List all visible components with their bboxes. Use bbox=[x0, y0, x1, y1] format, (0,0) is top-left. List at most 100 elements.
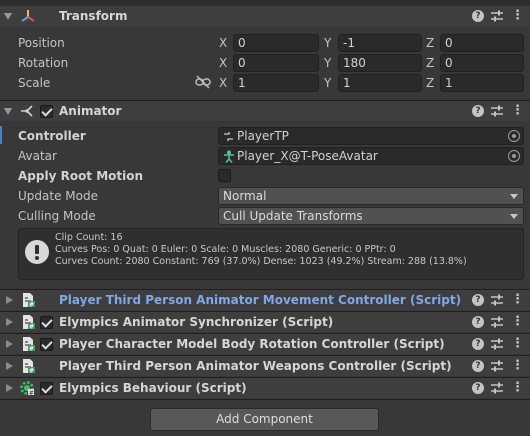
info-icon bbox=[25, 240, 49, 264]
animator-controller-icon bbox=[224, 132, 233, 141]
scale-y-field[interactable]: 1 bbox=[338, 74, 422, 92]
position-x-axis-label: X bbox=[219, 36, 228, 50]
more-options-icon[interactable]: ⋮ bbox=[511, 358, 525, 373]
presets-icon[interactable] bbox=[490, 293, 504, 307]
info-line: Curves Count: 2080 Constant: 769 (37.0%)… bbox=[55, 256, 467, 267]
foldout-arrow-icon[interactable] bbox=[6, 340, 13, 348]
svg-text:#: # bbox=[29, 390, 34, 396]
add-component-button[interactable]: Add Component bbox=[150, 408, 379, 431]
controller-field[interactable]: PlayerTP bbox=[218, 127, 524, 145]
help-icon[interactable]: ? bbox=[472, 105, 484, 117]
focus-indicator bbox=[0, 126, 2, 144]
more-options-icon[interactable]: ⋮ bbox=[511, 314, 525, 329]
help-icon[interactable]: ? bbox=[472, 338, 484, 350]
svg-text:#: # bbox=[29, 346, 34, 353]
scale-z-field[interactable]: 1 bbox=[440, 74, 524, 92]
script-title: Player Third Person Animator Movement Co… bbox=[59, 293, 462, 307]
info-line: Clip Count: 16 bbox=[55, 232, 123, 243]
apply-root-motion-label: Apply Root Motion bbox=[18, 169, 144, 183]
position-z-field[interactable]: 0 bbox=[440, 34, 524, 52]
position-z-axis-label: Z bbox=[426, 36, 435, 50]
script-header[interactable]: # Player Third Person Animator Movement … bbox=[0, 289, 530, 310]
rotation-x-axis-label: X bbox=[219, 56, 228, 70]
script-title: Elympics Animator Synchronizer (Script) bbox=[59, 315, 334, 329]
more-options-icon[interactable]: ⋮ bbox=[511, 336, 525, 351]
more-options-icon[interactable]: ⋮ bbox=[511, 8, 525, 23]
help-icon[interactable]: ? bbox=[472, 294, 484, 306]
culling-mode-label: Culling Mode bbox=[18, 209, 96, 223]
update-mode-dropdown[interactable]: Normal bbox=[218, 187, 524, 205]
rotation-x-field[interactable]: 0 bbox=[233, 54, 319, 72]
presets-icon[interactable] bbox=[490, 337, 504, 351]
transform-icon bbox=[21, 10, 35, 22]
controller-value: PlayerTP bbox=[237, 129, 289, 143]
foldout-arrow-icon[interactable] bbox=[6, 296, 13, 304]
foldout-arrow-icon[interactable] bbox=[4, 108, 12, 115]
help-icon[interactable]: ? bbox=[472, 316, 484, 328]
avatar-field[interactable]: Player_X@T-PoseAvatar bbox=[218, 147, 524, 165]
animator-info-box: Clip Count: 16 Curves Pos: 0 Quat: 0 Eul… bbox=[18, 228, 524, 280]
script-header[interactable]: # Elympics Behaviour (Script) ? ⋮ bbox=[0, 377, 530, 398]
more-options-icon[interactable]: ⋮ bbox=[511, 103, 525, 118]
avatar-value: Player_X@T-PoseAvatar bbox=[237, 149, 378, 163]
svg-text:#: # bbox=[29, 302, 34, 309]
script-title: Player Third Person Animator Weapons Con… bbox=[59, 359, 452, 373]
elympics-behaviour-icon: # bbox=[20, 381, 34, 396]
position-label: Position bbox=[18, 36, 65, 50]
presets-icon[interactable] bbox=[490, 104, 504, 118]
script-icon: # bbox=[23, 337, 35, 353]
scale-x-field[interactable]: 1 bbox=[233, 74, 319, 92]
rotation-z-axis-label: Z bbox=[426, 56, 435, 70]
presets-icon[interactable] bbox=[490, 315, 504, 329]
divider bbox=[0, 399, 530, 400]
culling-mode-value: Cull Update Transforms bbox=[223, 209, 363, 223]
script-header[interactable]: # Player Character Model Body Rotation C… bbox=[0, 333, 530, 354]
animator-enabled-checkbox[interactable] bbox=[40, 105, 53, 118]
object-picker-icon[interactable] bbox=[508, 130, 520, 142]
script-title: Elympics Behaviour (Script) bbox=[59, 381, 247, 395]
foldout-arrow-icon[interactable] bbox=[6, 384, 13, 392]
presets-icon[interactable] bbox=[490, 359, 504, 373]
more-options-icon[interactable]: ⋮ bbox=[511, 380, 525, 395]
foldout-arrow-icon[interactable] bbox=[4, 13, 12, 20]
foldout-arrow-icon[interactable] bbox=[6, 318, 13, 326]
help-icon[interactable]: ? bbox=[472, 10, 484, 22]
rotation-y-axis-label: Y bbox=[324, 56, 332, 70]
script-enabled-checkbox[interactable] bbox=[40, 382, 53, 395]
script-enabled-checkbox[interactable] bbox=[40, 316, 53, 329]
avatar-icon bbox=[224, 150, 234, 163]
position-x-field[interactable]: 0 bbox=[233, 34, 319, 52]
position-y-axis-label: Y bbox=[324, 36, 332, 50]
info-line: Curves Pos: 0 Quat: 0 Euler: 0 Scale: 0 … bbox=[55, 244, 396, 255]
rotation-z-field[interactable]: 0 bbox=[440, 54, 524, 72]
scale-label: Scale bbox=[18, 76, 51, 90]
rotation-y-field[interactable]: 180 bbox=[338, 54, 422, 72]
chevron-down-icon bbox=[510, 194, 518, 199]
script-title: Player Character Model Body Rotation Con… bbox=[59, 337, 445, 351]
constrain-proportions-icon[interactable] bbox=[195, 75, 211, 89]
script-header[interactable]: # Player Third Person Animator Weapons C… bbox=[0, 355, 530, 376]
script-enabled-checkbox[interactable] bbox=[40, 338, 53, 351]
transform-header[interactable]: Transform ? ⋮ bbox=[0, 6, 530, 27]
animator-icon bbox=[21, 105, 33, 117]
more-options-icon[interactable]: ⋮ bbox=[511, 292, 525, 307]
foldout-arrow-icon[interactable] bbox=[6, 362, 13, 370]
script-header[interactable]: # Elympics Animator Synchronizer (Script… bbox=[0, 311, 530, 332]
scale-z-axis-label: Z bbox=[426, 76, 435, 90]
scale-x-axis-label: X bbox=[219, 76, 228, 90]
apply-root-motion-checkbox[interactable] bbox=[218, 169, 231, 182]
help-icon[interactable]: ? bbox=[472, 382, 484, 394]
script-icon: # bbox=[23, 293, 35, 309]
script-icon: # bbox=[23, 359, 35, 374]
presets-icon[interactable] bbox=[490, 9, 504, 23]
chevron-down-icon bbox=[510, 214, 518, 219]
animator-header[interactable]: Animator ? ⋮ bbox=[0, 100, 530, 121]
help-icon[interactable]: ? bbox=[472, 360, 484, 372]
object-picker-icon[interactable] bbox=[508, 150, 520, 162]
svg-text:#: # bbox=[29, 324, 34, 331]
update-mode-value: Normal bbox=[223, 189, 267, 203]
position-y-field[interactable]: -1 bbox=[338, 34, 422, 52]
culling-mode-dropdown[interactable]: Cull Update Transforms bbox=[218, 207, 524, 225]
transform-title: Transform bbox=[59, 9, 128, 23]
presets-icon[interactable] bbox=[490, 381, 504, 395]
